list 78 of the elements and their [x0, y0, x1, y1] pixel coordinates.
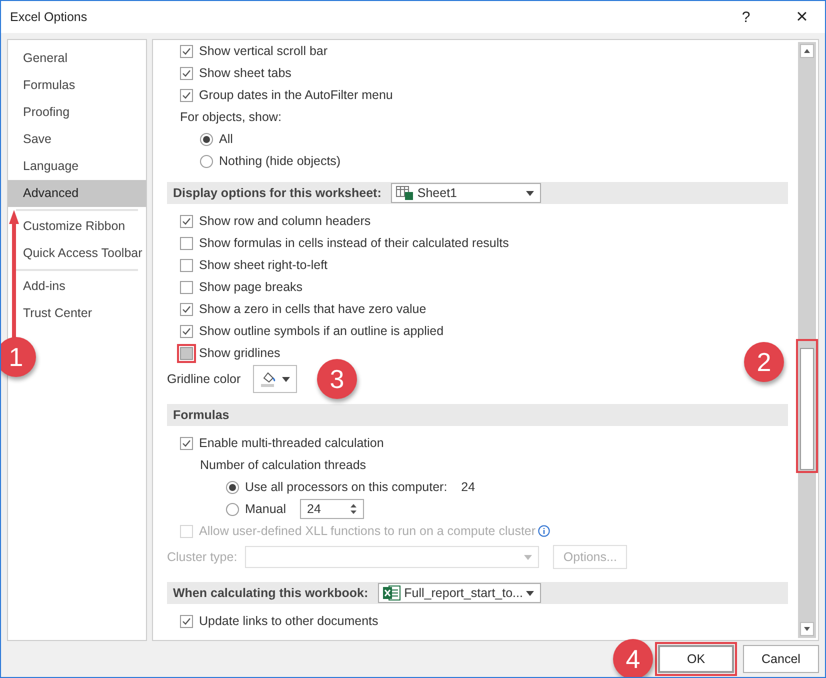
callout-badge: 3 — [317, 359, 357, 399]
checkbox-label: Show sheet right-to-left — [199, 258, 328, 272]
checkbox-label: Show row and column headers — [199, 214, 371, 228]
radio-label: Manual — [245, 502, 286, 516]
sidebar-item[interactable]: General — [8, 45, 146, 72]
help-button[interactable]: ? — [723, 8, 769, 26]
dropdown-value: Full_report_start_to... — [404, 586, 523, 600]
caret-icon — [526, 190, 534, 196]
sidebar-item[interactable]: Quick Access Toolbar — [8, 240, 146, 267]
section-title: Display options for this worksheet: — [173, 186, 382, 200]
close-button[interactable]: × — [779, 6, 825, 28]
checkbox-label: Show a zero in cells that have zero value — [199, 302, 426, 316]
spin-field[interactable]: 24 — [300, 499, 364, 519]
caret-icon — [524, 554, 532, 560]
cancel-button[interactable]: Cancel — [743, 645, 819, 673]
sidebar-item[interactable]: Language — [8, 153, 146, 180]
workbook-icon — [383, 585, 402, 601]
radio-button[interactable] — [200, 132, 213, 146]
checkbox-label: Enable multi-threaded calculation — [199, 436, 384, 450]
checkbox[interactable] — [180, 436, 193, 450]
spin-arrows-icon — [350, 503, 357, 515]
sidebar-item[interactable]: Save — [8, 126, 146, 153]
checkbox[interactable] — [180, 280, 193, 294]
group-caption: For objects, show: — [180, 110, 282, 124]
checkbox-label: Show formulas in cells instead of their calculated results — [199, 236, 509, 250]
sidebar-item[interactable]: Advanced — [8, 180, 146, 207]
sidebar-item[interactable]: Customize Ribbon — [8, 213, 146, 240]
caret-icon — [282, 376, 290, 382]
ok-button[interactable]: OK — [658, 645, 734, 673]
checkbox-label: Show outline symbols if an outline is applied — [199, 324, 444, 338]
checkbox-label: Update links to other documents — [199, 614, 378, 628]
callout-badge: 2 — [744, 342, 784, 382]
checkbox-label: Show gridlines — [199, 346, 280, 360]
radio-label: All — [219, 132, 233, 146]
section-title: When calculating this workbook: — [173, 586, 368, 600]
checkbox-label: Group dates in the AutoFilter menu — [199, 88, 393, 102]
radio-label: Nothing (hide objects) — [219, 154, 341, 168]
caret-icon — [526, 590, 534, 596]
sidebar-item[interactable]: Trust Center — [8, 300, 146, 327]
scroll-up-icon — [800, 44, 814, 58]
checkbox[interactable] — [180, 44, 193, 58]
checkbox-label: Show vertical scroll bar — [199, 44, 328, 58]
sheet-icon — [396, 186, 414, 200]
scroll-down-icon — [800, 622, 814, 636]
section-title: Formulas — [173, 408, 230, 422]
checkbox[interactable] — [180, 346, 193, 360]
scrollbar-thumb[interactable] — [800, 348, 814, 470]
group-caption: Number of calculation threads — [200, 458, 366, 472]
window-title: Excel Options — [10, 10, 88, 24]
radio-button[interactable] — [226, 502, 239, 516]
radio-label: Use all processors on this computer: — [245, 480, 448, 494]
sidebar-item[interactable]: Proofing — [8, 99, 146, 126]
scrollbar[interactable] — [798, 42, 816, 638]
checkbox-label: Show page breaks — [199, 280, 303, 294]
cluster-type-label: Cluster type: — [167, 550, 238, 564]
radio-button[interactable] — [200, 154, 213, 168]
callout-badge: 1 — [1, 337, 36, 377]
paint-bucket-icon — [260, 371, 278, 387]
checkbox[interactable] — [180, 258, 193, 272]
checkbox[interactable] — [180, 236, 193, 250]
color-picker-button[interactable] — [252, 365, 297, 393]
worksheet-dropdown[interactable]: Sheet1 — [391, 183, 542, 203]
checkbox[interactable] — [180, 614, 193, 628]
color-label: Gridline color — [167, 372, 241, 386]
worksheet-dropdown[interactable]: Full_report_start_to... — [378, 583, 541, 603]
callout-badge: 4 — [613, 639, 653, 677]
sidebar-item[interactable]: Formulas — [8, 72, 146, 99]
checkbox-label: Show sheet tabs — [199, 66, 292, 80]
sidebar-item[interactable]: Add-ins — [8, 273, 146, 300]
checkbox-label: Allow user-defined XLL functions to run on a compute cluster — [199, 524, 536, 538]
checkbox[interactable] — [180, 302, 193, 316]
checkbox[interactable] — [180, 214, 193, 228]
checkbox[interactable] — [180, 88, 193, 102]
radio-button[interactable] — [226, 480, 239, 494]
checkbox[interactable] — [180, 324, 193, 338]
checkbox[interactable] — [180, 66, 193, 80]
dropdown-value: Sheet1 — [417, 186, 458, 200]
processor-count: 24 — [461, 480, 476, 494]
